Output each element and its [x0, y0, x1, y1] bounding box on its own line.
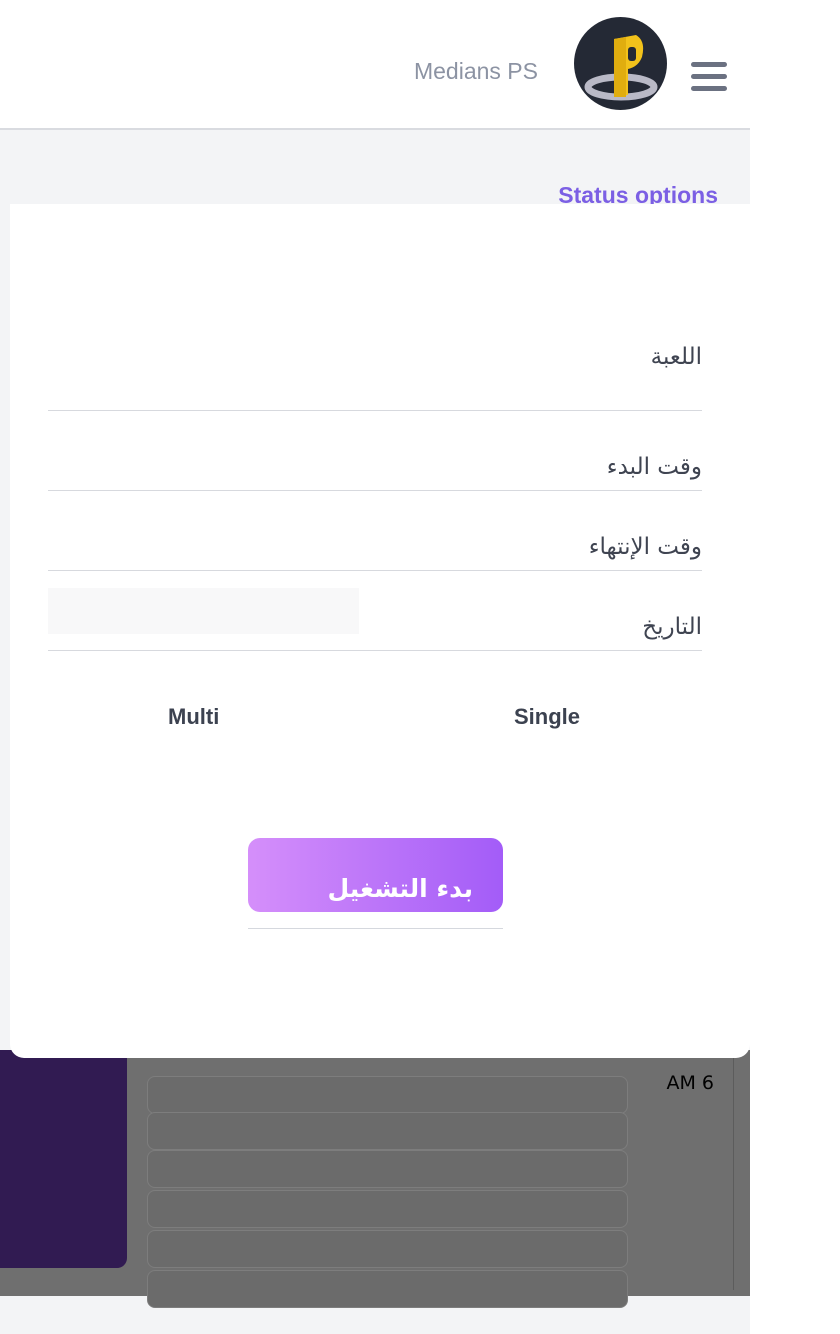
- sidebar-panel: [0, 1050, 127, 1268]
- playstation-logo-icon: [584, 35, 658, 101]
- date-field[interactable]: التاريخ: [48, 572, 702, 651]
- multi-option[interactable]: Multi: [168, 704, 219, 730]
- start-button-label: بدء التشغيل: [327, 874, 473, 903]
- schedule-row: [147, 1076, 628, 1114]
- app: Medians PS Status options AM 6 اللعبة وق…: [0, 0, 750, 1334]
- time-label: AM 6: [666, 1072, 714, 1094]
- game-label: اللعبة: [650, 344, 702, 370]
- header: Medians PS: [0, 0, 750, 130]
- start-time-field[interactable]: وقت البدء: [48, 412, 702, 491]
- start-time-label: وقت البدء: [606, 454, 702, 480]
- background-schedule: AM 6: [0, 1050, 750, 1308]
- end-time-label: وقت الإنتهاء: [588, 534, 702, 560]
- game-field[interactable]: اللعبة: [48, 324, 702, 411]
- start-button[interactable]: بدء التشغيل: [248, 838, 503, 912]
- schedule-row: [147, 1150, 628, 1188]
- date-input[interactable]: [48, 588, 359, 634]
- booking-modal: اللعبة وقت البدء وقت الإنتهاء التاريخ Si…: [10, 204, 750, 1058]
- avatar[interactable]: [574, 17, 667, 110]
- schedule-row: [147, 1190, 628, 1228]
- brand-name: Medians PS: [413, 58, 538, 84]
- schedule-row: [147, 1112, 628, 1150]
- end-time-field[interactable]: وقت الإنتهاء: [48, 492, 702, 571]
- divider: [733, 1050, 734, 1290]
- single-option[interactable]: Single: [514, 704, 580, 730]
- date-label: التاريخ: [642, 614, 702, 640]
- divider: [248, 928, 503, 929]
- schedule-row: [147, 1270, 628, 1308]
- schedule-row: [147, 1230, 628, 1268]
- hamburger-menu-icon[interactable]: [691, 62, 727, 94]
